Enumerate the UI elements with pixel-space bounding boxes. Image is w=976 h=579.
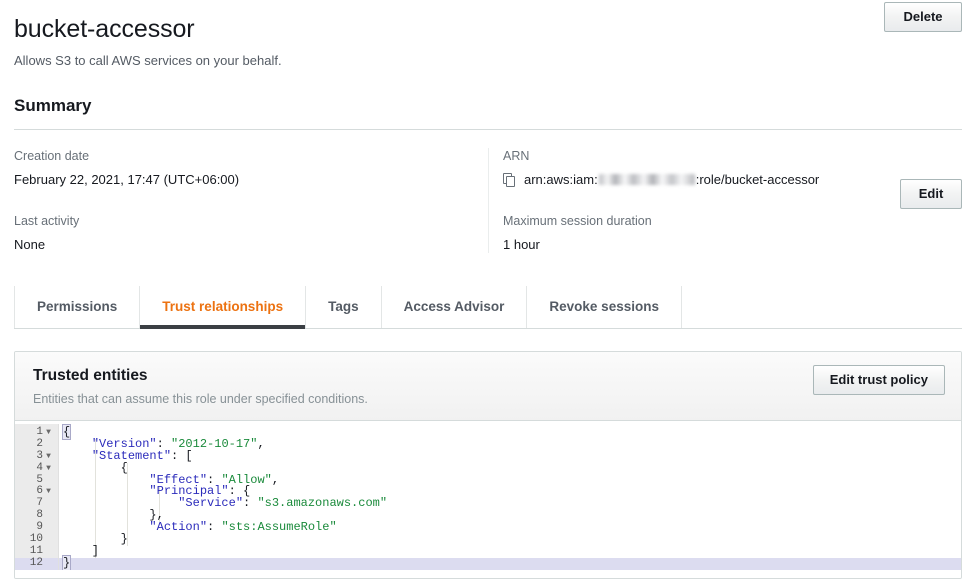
tab-label: Trust relationships	[162, 299, 283, 314]
max-session-duration-field: Maximum session duration 1 hour	[503, 213, 946, 253]
last-activity-field: Last activity None	[14, 213, 472, 253]
line-number: 3	[36, 451, 43, 463]
creation-date-field: Creation date February 22, 2021, 17:47 (…	[14, 148, 472, 188]
code-line: "Service": "s3.amazonaws.com"	[59, 498, 961, 510]
code-token: "sts:AssumeRole"	[221, 520, 336, 534]
code-token: :	[207, 520, 221, 534]
gutter-line: 2▼	[15, 439, 58, 451]
tab-label: Permissions	[37, 299, 117, 314]
summary-divider	[14, 129, 962, 130]
max-session-duration-value: 1 hour	[503, 236, 946, 253]
summary-column-right: ARN arn:aws:iam: :role/bucket-accessor Ma…	[488, 148, 962, 253]
code-token: "Service"	[178, 496, 243, 510]
copy-icon[interactable]	[503, 173, 516, 187]
fold-toggle-icon[interactable]: ▼	[43, 451, 54, 463]
summary-column-left: Creation date February 22, 2021, 17:47 (…	[14, 148, 488, 253]
panel-title: Trusted entities	[33, 366, 945, 386]
code-token: ,	[272, 473, 279, 487]
role-description: Allows S3 to call AWS services on your b…	[14, 53, 962, 69]
code-token: :	[243, 496, 257, 510]
code-line: }	[59, 558, 961, 570]
line-number: 2	[36, 439, 43, 451]
tab-tags[interactable]: Tags	[306, 286, 382, 328]
tab-label: Access Advisor	[404, 299, 505, 314]
line-number: 12	[30, 558, 43, 570]
code-line: "Action": "sts:AssumeRole"	[59, 522, 961, 534]
arn-suffix: :role/bucket-accessor	[696, 172, 820, 187]
last-activity-label: Last activity	[14, 213, 472, 229]
max-session-duration-label: Maximum session duration	[503, 213, 946, 229]
tab-permissions[interactable]: Permissions	[14, 286, 140, 328]
code-line: }	[59, 534, 961, 546]
edit-trust-policy-button[interactable]: Edit trust policy	[813, 365, 945, 395]
arn-value: arn:aws:iam: :role/bucket-accessor	[524, 171, 819, 188]
code-token: "Action"	[149, 520, 207, 534]
fold-toggle-icon[interactable]: ▼	[43, 427, 54, 439]
creation-date-value: February 22, 2021, 17:47 (UTC+06:00)	[14, 171, 472, 188]
tab-revoke-sessions[interactable]: Revoke sessions	[527, 286, 682, 328]
delete-button[interactable]: Delete	[884, 2, 962, 32]
tab-trust-relationships[interactable]: Trust relationships	[140, 286, 306, 328]
code-token: : [	[171, 449, 193, 463]
gutter-line: 4▼	[15, 463, 58, 475]
tab-label: Tags	[328, 299, 359, 314]
arn-account-id-redacted	[599, 174, 695, 185]
trust-policy-editor[interactable]: 1▼2▼3▼4▼5▼6▼7▼8▼9▼10▼11▼12▼ { "Version":…	[15, 421, 961, 578]
tabs-section: Permissions Trust relationships Tags Access…	[14, 286, 962, 329]
code-token: ,	[257, 437, 264, 451]
editor-code-area[interactable]: { "Version": "2012-10-17", "Statement": …	[59, 424, 961, 570]
arn-prefix: arn:aws:iam:	[524, 172, 598, 187]
tab-label: Revoke sessions	[549, 299, 659, 314]
code-line: "Version": "2012-10-17",	[59, 439, 961, 451]
tab-bar: Permissions Trust relationships Tags Access…	[14, 286, 962, 329]
editor-gutter[interactable]: 1▼2▼3▼4▼5▼6▼7▼8▼9▼10▼11▼12▼	[15, 424, 59, 570]
arn-field: ARN arn:aws:iam: :role/bucket-accessor	[503, 148, 946, 188]
last-activity-value: None	[14, 236, 472, 253]
arn-row: arn:aws:iam: :role/bucket-accessor	[503, 171, 946, 188]
tab-access-advisor[interactable]: Access Advisor	[382, 286, 528, 328]
page-header: bucket-accessor Allows S3 to call AWS se…	[0, 0, 976, 69]
page-title: bucket-accessor	[14, 14, 962, 44]
editor-code-lines: { "Version": "2012-10-17", "Statement": …	[59, 427, 961, 570]
panel-subtitle: Entities that can assume this role under…	[33, 391, 945, 407]
line-number: 4	[36, 463, 43, 475]
summary-section: Summary Edit Creation date February 22, …	[0, 95, 976, 253]
fold-toggle-icon[interactable]: ▼	[43, 486, 54, 498]
code-line: ]	[59, 546, 961, 558]
creation-date-label: Creation date	[14, 148, 472, 164]
code-token: }	[63, 556, 70, 570]
gutter-line: 3▼	[15, 451, 58, 463]
gutter-line: 11▼	[15, 546, 58, 558]
gutter-line: 12▼	[15, 558, 58, 570]
panel-header: Trusted entities Entities that can assum…	[15, 352, 961, 421]
fold-toggle-icon[interactable]: ▼	[43, 463, 54, 475]
code-token: "s3.amazonaws.com"	[257, 496, 387, 510]
summary-grid: Creation date February 22, 2021, 17:47 (…	[14, 148, 962, 253]
code-line: "Statement": [	[59, 451, 961, 463]
summary-heading: Summary	[14, 95, 962, 117]
arn-label: ARN	[503, 148, 946, 164]
trusted-entities-panel: Trusted entities Entities that can assum…	[14, 351, 962, 579]
